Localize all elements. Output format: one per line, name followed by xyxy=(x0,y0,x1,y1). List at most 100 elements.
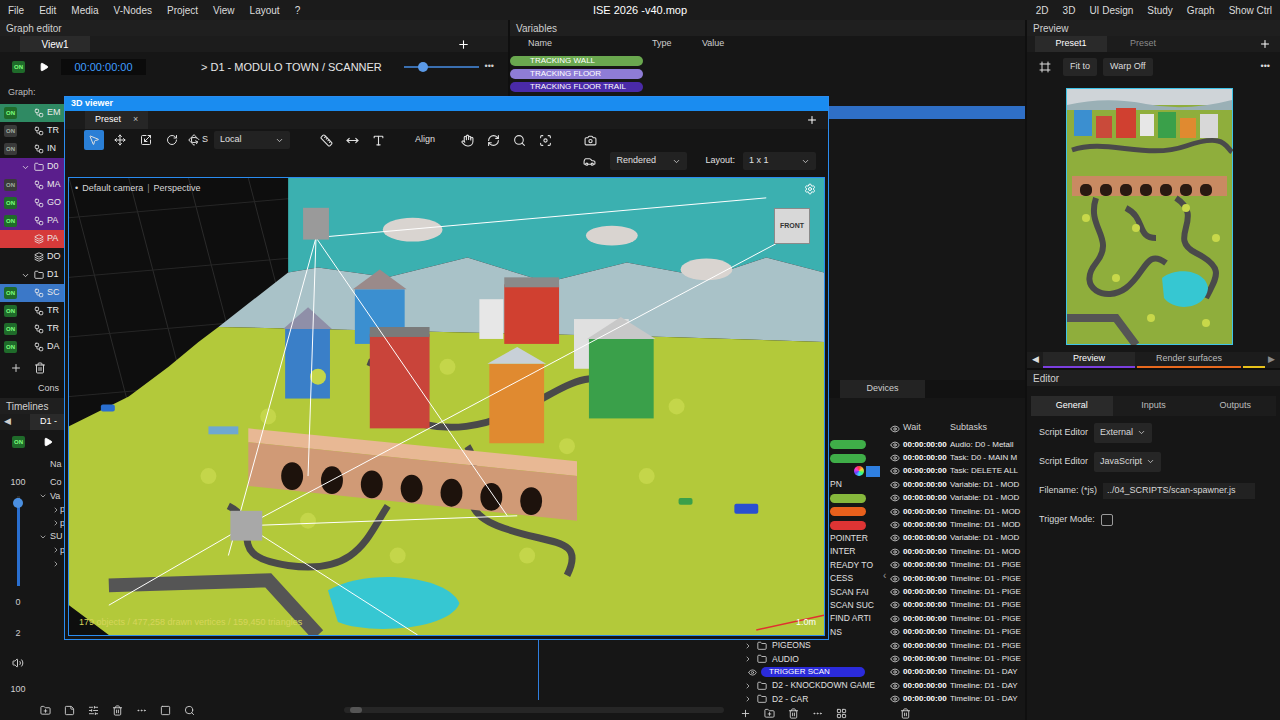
subtask-row[interactable]: 00:00:00:00Timeline: D1 - MOD xyxy=(880,505,1025,518)
visibility-icon[interactable] xyxy=(890,507,900,517)
expand-icon[interactable] xyxy=(21,163,30,172)
menu-item[interactable]: File xyxy=(8,3,24,18)
visibility-icon[interactable] xyxy=(890,440,900,450)
subtask-row[interactable]: 00:00:00:00Timeline: D1 - PIGE xyxy=(880,572,1025,585)
variable-row[interactable]: TRACKING FLOOR TRAIL xyxy=(510,80,1025,93)
more-button[interactable]: ••• xyxy=(1261,60,1270,74)
viewer-3d-window[interactable]: 3D viewerPreset×SLocalAlignRenderedLayou… xyxy=(64,96,829,640)
subtask-row[interactable]: 00:00:00:00Timeline: D1 - DAY xyxy=(880,679,1025,692)
subtask-row[interactable]: 00:00:00:00Task: D0 - MAIN M xyxy=(880,451,1025,464)
subtask-row[interactable]: 00:00:00:00Timeline: D1 - PIGE xyxy=(880,559,1025,572)
new-folder-icon[interactable] xyxy=(764,708,775,719)
space-select[interactable]: Local xyxy=(214,131,290,149)
close-tab-button[interactable]: × xyxy=(133,113,138,127)
menu-item[interactable]: ? xyxy=(295,3,301,18)
editor-checkbox[interactable] xyxy=(1101,514,1113,526)
ruler-icon[interactable] xyxy=(320,134,333,147)
expand-icon[interactable] xyxy=(21,271,30,280)
delete-icon[interactable] xyxy=(34,362,46,374)
layout-select[interactable]: 1 x 1 xyxy=(743,152,816,170)
zoom-icon[interactable] xyxy=(513,134,526,147)
editor-tab[interactable]: General xyxy=(1031,396,1113,416)
on-badge[interactable]: ON xyxy=(4,179,17,191)
menu-item[interactable]: Layout xyxy=(250,3,280,18)
visibility-icon[interactable] xyxy=(890,694,900,704)
pan-icon[interactable] xyxy=(461,134,474,147)
delete-icon[interactable] xyxy=(112,705,123,716)
subtask-row[interactable]: 00:00:00:00Timeline: D1 - PIGE xyxy=(880,585,1025,598)
subtask-row[interactable]: 00:00:00:00Timeline: D1 - DAY xyxy=(880,666,1025,679)
focus-icon[interactable] xyxy=(539,134,552,147)
on-badge[interactable]: ON xyxy=(4,143,17,155)
more-icon[interactable] xyxy=(136,705,147,716)
next-tab-button[interactable]: ▶ xyxy=(1268,353,1275,367)
more-button[interactable]: ••• xyxy=(485,60,494,74)
visibility-icon[interactable] xyxy=(748,668,757,677)
visibility-icon[interactable] xyxy=(890,681,900,691)
transform-tool[interactable] xyxy=(162,130,182,150)
camera-icon[interactable] xyxy=(584,134,597,147)
editor-select[interactable]: JavaScript xyxy=(1094,452,1161,472)
add-tab-icon[interactable] xyxy=(806,114,818,126)
play-icon[interactable] xyxy=(43,437,53,447)
task-folder-row[interactable]: PIGEONS xyxy=(730,639,880,652)
workspace-button[interactable]: 2D xyxy=(1036,3,1049,18)
visibility-icon[interactable] xyxy=(890,493,900,503)
on-badge[interactable]: ON xyxy=(4,197,17,209)
visibility-icon[interactable] xyxy=(890,654,900,664)
expand-icon[interactable] xyxy=(39,492,47,500)
preset-tab[interactable]: Preset1 xyxy=(1035,36,1107,52)
expand-icon[interactable] xyxy=(39,533,47,541)
prev-tab-button[interactable]: ◀ xyxy=(1027,353,1043,367)
collapse-icon[interactable] xyxy=(744,695,752,703)
menu-item[interactable]: View xyxy=(213,3,235,18)
play-icon[interactable] xyxy=(39,62,49,72)
vehicle-icon[interactable] xyxy=(583,155,596,168)
editor-tab[interactable]: Inputs xyxy=(1113,396,1195,416)
task-folder-row[interactable]: D2 - KNOCKDOWN GAME xyxy=(730,679,880,692)
preview-bottom-tab[interactable]: Preview xyxy=(1043,352,1135,368)
on-badge[interactable]: ON xyxy=(4,341,17,353)
on-badge[interactable]: ON xyxy=(4,215,17,227)
view-cube[interactable]: FRONT xyxy=(774,208,810,244)
add-icon[interactable] xyxy=(740,708,751,719)
visibility-icon[interactable] xyxy=(890,453,900,463)
viewer-tab[interactable]: Preset× xyxy=(85,111,148,129)
task-folder-row[interactable]: AUDIO xyxy=(730,652,880,665)
subtask-row[interactable]: 00:00:00:00Timeline: D1 - PIGE xyxy=(880,599,1025,612)
preview-button[interactable]: Warp Off xyxy=(1103,58,1153,76)
workspace-button[interactable]: Study xyxy=(1147,3,1173,18)
timeline-scrollbar[interactable] xyxy=(344,707,724,713)
subtask-row[interactable]: 00:00:00:00Variable: D1 - MOD xyxy=(880,492,1025,505)
menu-item[interactable]: Media xyxy=(71,3,98,18)
on-badge[interactable]: ON xyxy=(4,107,17,119)
prev-tab-button[interactable]: ◀ xyxy=(4,415,18,429)
collapse-handle[interactable]: ‹ xyxy=(883,568,886,583)
workspace-button[interactable]: Graph xyxy=(1187,3,1215,18)
subtask-row[interactable]: 00:00:00:00Timeline: D1 - PIGE xyxy=(880,652,1025,665)
add-preset-icon[interactable] xyxy=(1259,38,1271,50)
transform-tool[interactable]: S xyxy=(188,130,208,150)
visibility-icon[interactable] xyxy=(890,547,900,557)
visibility-icon[interactable] xyxy=(890,466,900,476)
new-folder-icon[interactable] xyxy=(40,705,51,716)
subtask-row[interactable]: 00:00:00:00Timeline: D1 - PIGE xyxy=(880,639,1025,652)
visibility-icon[interactable] xyxy=(890,533,900,543)
preview-bottom-tab[interactable]: Render surfaces xyxy=(1137,352,1241,368)
square-icon[interactable] xyxy=(160,705,171,716)
add-icon[interactable] xyxy=(10,362,22,374)
collapse-icon[interactable] xyxy=(744,655,752,663)
settings-sliders-icon[interactable] xyxy=(88,705,99,716)
speaker-icon[interactable] xyxy=(12,657,24,669)
view-tab[interactable]: View1 xyxy=(20,36,90,52)
visibility-icon[interactable] xyxy=(890,600,900,610)
visibility-icon[interactable] xyxy=(890,667,900,677)
annotation-icon[interactable] xyxy=(372,134,385,147)
menu-item[interactable]: Edit xyxy=(39,3,56,18)
shading-select[interactable]: Rendered xyxy=(610,152,687,170)
note-icon[interactable] xyxy=(64,705,75,716)
visibility-icon[interactable] xyxy=(890,641,900,651)
viewport-settings-icon[interactable] xyxy=(804,183,816,195)
transform-tool[interactable] xyxy=(110,130,130,150)
volume-slider[interactable] xyxy=(13,496,23,586)
